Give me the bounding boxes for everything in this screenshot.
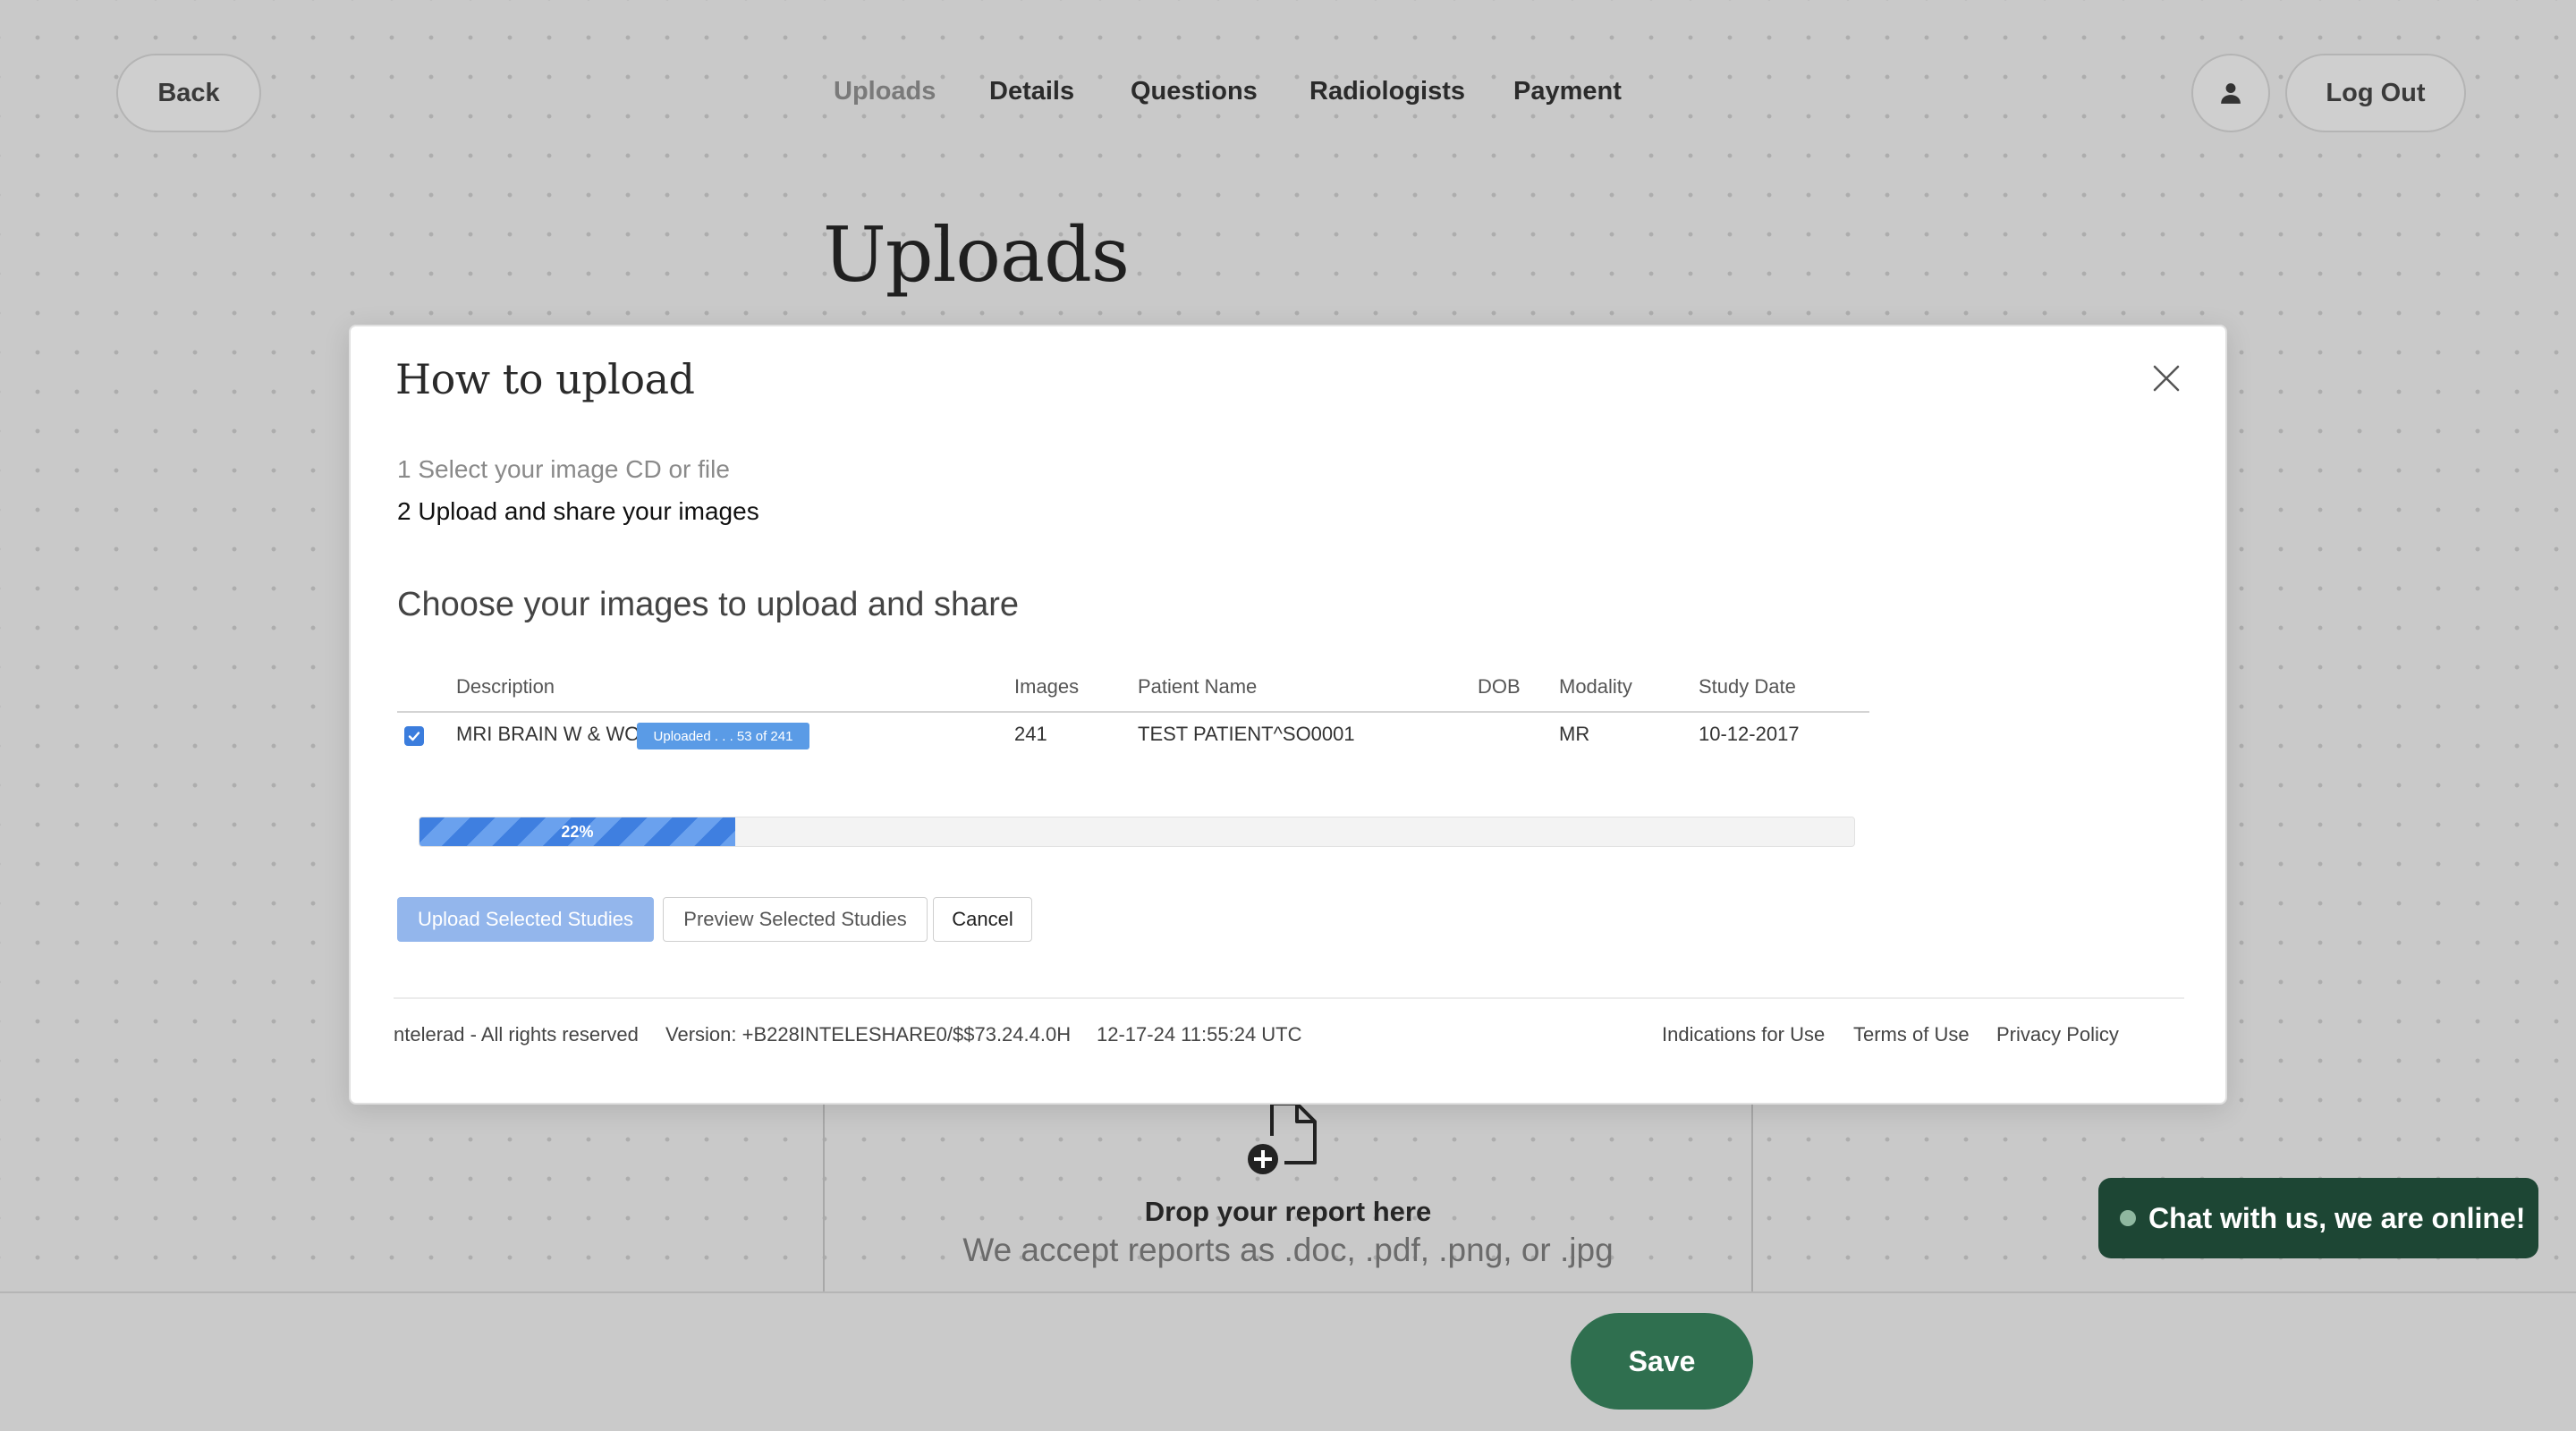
chat-label: Chat with us, we are online! xyxy=(2148,1201,2526,1234)
copyright-text: ntelerad - All rights reserved xyxy=(394,1023,639,1046)
logout-button[interactable]: Log Out xyxy=(2285,54,2466,132)
preview-selected-studies-button[interactable]: Preview Selected Studies xyxy=(663,897,928,942)
modal-title: How to upload xyxy=(395,355,695,403)
upload-progress-bar: 22% xyxy=(419,817,1855,847)
main-nav: Uploads Details Questions Radiologists P… xyxy=(0,77,2576,113)
tab-questions[interactable]: Questions xyxy=(1131,77,1258,106)
user-icon xyxy=(2221,83,2241,104)
dropzone-subtitle: We accept reports as .doc, .pdf, .png, o… xyxy=(962,1232,1614,1268)
file-add-icon xyxy=(1248,1102,1317,1174)
cell-study-date: 10-12-2017 xyxy=(1699,723,1800,745)
section-title: Choose your images to upload and share xyxy=(397,586,1020,623)
avatar-button[interactable] xyxy=(2191,54,2270,132)
dropzone-title: Drop your report here xyxy=(1144,1196,1432,1227)
cancel-button[interactable]: Cancel xyxy=(933,897,1032,942)
tab-details[interactable]: Details xyxy=(989,77,1074,106)
timestamp-text: 12-17-24 11:55:24 UTC xyxy=(1097,1023,1302,1046)
upload-status-badge: Uploaded . . . 53 of 241 xyxy=(637,723,809,749)
column-header-dob: DOB xyxy=(1478,675,1521,698)
step-upload-share[interactable]: 2 Upload and share your images xyxy=(397,497,759,526)
modal-footer-divider xyxy=(394,997,2184,999)
online-status-icon xyxy=(2120,1210,2136,1226)
upload-progress-fill: 22% xyxy=(419,817,735,846)
how-to-upload-modal: How to upload 1 Select your image CD or … xyxy=(349,325,2227,1105)
row-checkbox[interactable] xyxy=(404,726,424,746)
column-header-study-date: Study Date xyxy=(1699,675,1796,698)
cell-description: MRI BRAIN W & WO xyxy=(456,723,640,745)
tab-uploads[interactable]: Uploads xyxy=(834,77,936,106)
version-text: Version: +B228INTELESHARE0/$$73.24.4.0H xyxy=(665,1023,1072,1046)
column-header-images: Images xyxy=(1014,675,1080,698)
cell-modality: MR xyxy=(1559,723,1590,745)
cell-images: 241 xyxy=(1014,723,1047,745)
column-header-description: Description xyxy=(456,675,555,698)
upload-progress-label: 22% xyxy=(561,822,594,841)
indications-link[interactable]: Indications for Use xyxy=(1662,1023,1825,1046)
privacy-link[interactable]: Privacy Policy xyxy=(1996,1023,2119,1046)
footer-bar xyxy=(0,1291,2576,1431)
close-icon[interactable] xyxy=(2152,364,2181,393)
column-header-patient-name: Patient Name xyxy=(1138,675,1258,698)
table-header-divider xyxy=(397,711,1869,713)
step-select-image[interactable]: 1 Select your image CD or file xyxy=(397,455,730,484)
chat-button[interactable]: Chat with us, we are online! xyxy=(2098,1178,2538,1258)
cell-patient-name: TEST PATIENT^SO0001 xyxy=(1138,723,1355,745)
checkmark-icon xyxy=(408,732,420,741)
tab-radiologists[interactable]: Radiologists xyxy=(1309,77,1465,106)
tab-payment[interactable]: Payment xyxy=(1513,77,1622,106)
page-title: Uploads xyxy=(823,211,1130,299)
column-header-modality: Modality xyxy=(1559,675,1632,698)
upload-selected-studies-button[interactable]: Upload Selected Studies xyxy=(397,897,654,942)
terms-link[interactable]: Terms of Use xyxy=(1853,1023,1970,1046)
save-button[interactable]: Save xyxy=(1571,1313,1753,1410)
